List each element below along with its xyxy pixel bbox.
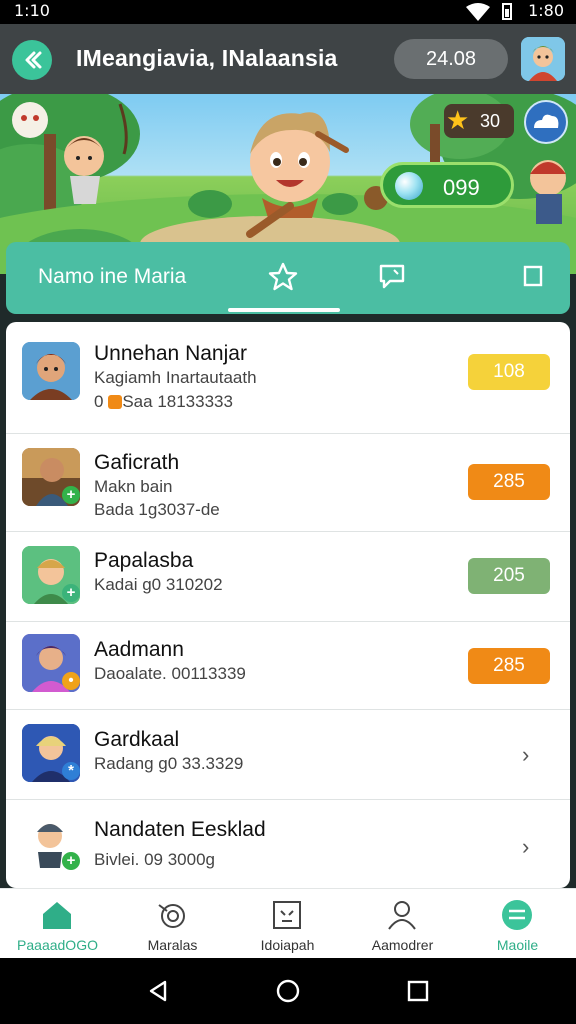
star-icon: ★: [446, 105, 470, 135]
score-badge[interactable]: 285: [468, 464, 550, 500]
player-subtitle: Kagiamh Inartautaath: [94, 368, 257, 387]
nav-item-maoile[interactable]: Maoile: [460, 889, 575, 959]
list-item[interactable]: * Gardkaal Radang g0 33.3329 ›: [6, 710, 570, 800]
status-time-left: 1:10: [14, 1, 50, 20]
list-item[interactable]: + Nandaten Eesklad Bivlei. 09 3000g ›: [6, 800, 570, 888]
profile-avatar[interactable]: [521, 37, 565, 81]
player-name: Gardkaal: [94, 728, 180, 751]
gem-icon: [395, 172, 423, 200]
list-item[interactable]: + Gaficrath Makn bain Bada 1g3037-de 285: [6, 434, 570, 532]
nav-item-idoiapah[interactable]: Idoiapah: [230, 889, 345, 959]
cloud-icon: [534, 114, 559, 128]
chat-icon[interactable]: [378, 262, 406, 292]
swirl-icon: [158, 904, 185, 928]
coin-icon: •: [62, 672, 80, 690]
star-count: 30: [480, 111, 501, 131]
back-button[interactable]: [12, 40, 52, 80]
tab-indicator: [228, 308, 340, 312]
chevron-right-icon[interactable]: ›: [522, 834, 529, 860]
gem-count-pill[interactable]: 099: [380, 162, 514, 208]
player-subtitle: Daoalate. 00113339: [94, 664, 246, 683]
player-subtitle: Makn bain: [94, 477, 173, 496]
app-screen: 1:10 1:80 IMeangiavia, INalaansia 24.08: [0, 0, 576, 1024]
status-time-right: 1:80: [528, 1, 564, 20]
home-circle-icon[interactable]: [275, 978, 301, 1004]
score-badge[interactable]: 108: [468, 354, 550, 390]
player-name: Unnehan Nanjar: [94, 342, 247, 365]
star-outline-icon[interactable]: [268, 262, 298, 292]
tab-main[interactable]: Namo ine Maria: [38, 265, 186, 289]
tab-strip: Namo ine Maria: [6, 242, 570, 314]
wifi-icon: [466, 3, 490, 21]
player-list: Unnehan Nanjar Kagiamh Inartautaath 0 Sa…: [6, 322, 570, 888]
frame-icon: [273, 901, 301, 929]
list-item[interactable]: Unnehan Nanjar Kagiamh Inartautaath 0 Sa…: [6, 322, 570, 434]
avatar-character-icon: [521, 37, 565, 81]
score-badge[interactable]: 205: [468, 558, 550, 594]
player-stats: Bada 1g3037-de: [94, 500, 220, 519]
add-icon: +: [62, 486, 80, 504]
character-avatar-icon: [22, 342, 80, 400]
add-icon: +: [62, 852, 80, 870]
battery-icon: [502, 3, 512, 20]
score-badge[interactable]: 285: [468, 648, 550, 684]
status-bar: 1:10 1:80: [0, 0, 576, 24]
recents-square-icon[interactable]: [406, 979, 430, 1003]
add-icon: +: [62, 584, 80, 602]
avatar: [22, 342, 80, 400]
nav-label: Idoiapah: [260, 937, 315, 953]
nav-label: PaaaadOGO: [17, 937, 98, 953]
square-icon[interactable]: [522, 262, 544, 290]
list-item[interactable]: + Papalasba Kadai g0 310202 205: [6, 532, 570, 622]
star-badge-icon: *: [62, 762, 80, 780]
player-subtitle: Kadai g0 310202: [94, 575, 223, 594]
list-item[interactable]: • Aadmann Daoalate. 00113339 285: [6, 622, 570, 710]
star-count-badge[interactable]: ★ 30: [444, 104, 514, 138]
player-name: Aadmann: [94, 638, 184, 661]
player-name: Papalasba: [94, 549, 194, 572]
system-nav-bar: [0, 958, 576, 1024]
nav-item-maralas[interactable]: Maralas: [115, 889, 230, 959]
back-triangle-icon[interactable]: [146, 979, 170, 1003]
player-subtitle: Radang g0 33.3329: [94, 754, 244, 773]
nav-label: Maralas: [147, 937, 198, 953]
home-icon: [43, 902, 71, 929]
gem-count: 099: [443, 175, 480, 200]
coin-icon: [108, 395, 122, 409]
page-title: IMeangiavia, INalaansia: [76, 45, 338, 71]
nav-label: Maoile: [496, 937, 539, 953]
bottom-nav: PaaaadOGO Maralas Idoiapah Aamodrer Maoi…: [0, 888, 576, 958]
nav-item-home[interactable]: PaaaadOGO: [0, 889, 115, 959]
menu-circle-icon: [502, 900, 532, 930]
nav-item-aamodrer[interactable]: Aamodrer: [345, 889, 460, 959]
score-pill[interactable]: 24.08: [394, 39, 508, 79]
back-arrow-icon: [25, 51, 42, 69]
app-bar: IMeangiavia, INalaansia 24.08: [0, 24, 576, 94]
nav-label: Aamodrer: [371, 937, 434, 953]
player-subtitle: Bivlei. 09 3000g: [94, 850, 215, 869]
chevron-right-icon[interactable]: ›: [522, 742, 529, 768]
player-name: Nandaten Eesklad: [94, 818, 266, 841]
player-name: Gaficrath: [94, 451, 180, 474]
person-icon: [388, 901, 416, 930]
cloud-button[interactable]: [524, 100, 568, 144]
